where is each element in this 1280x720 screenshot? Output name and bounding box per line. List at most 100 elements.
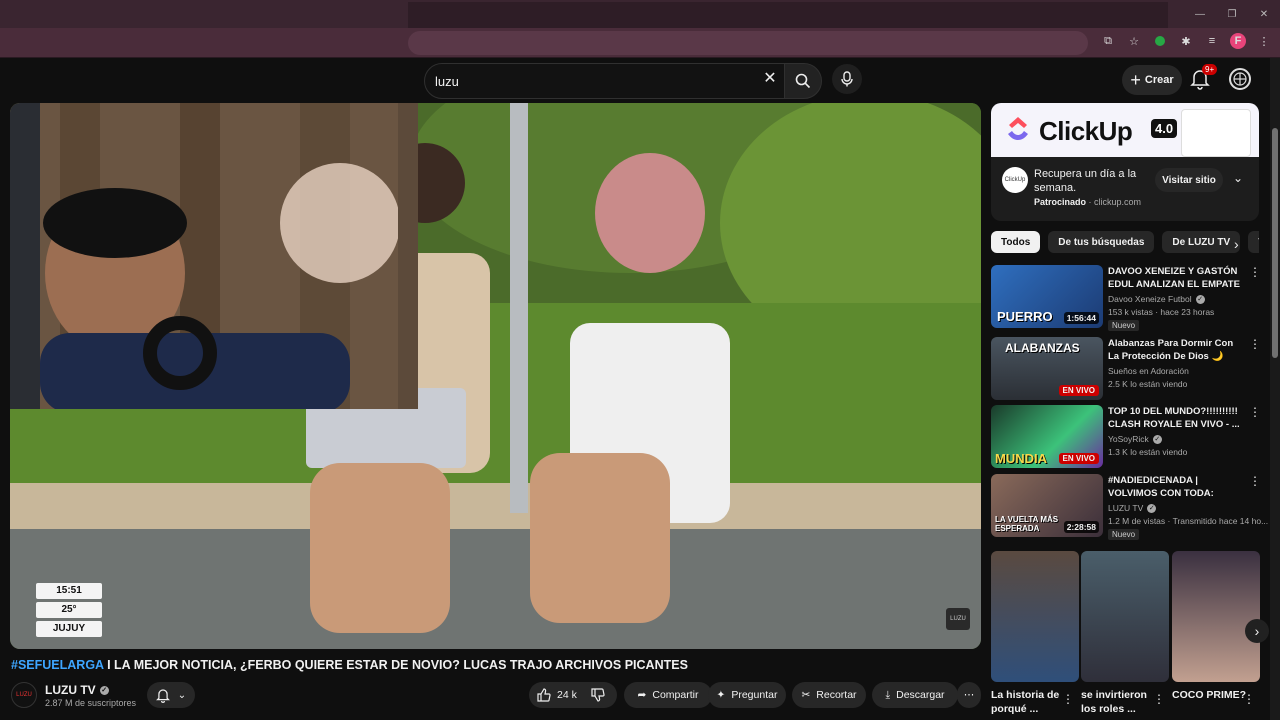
- ad-banner[interactable]: ClickUp 4.0: [991, 103, 1259, 157]
- create-button[interactable]: + Crear: [1122, 65, 1182, 95]
- download-label: Descargar: [896, 689, 945, 701]
- ad-meta: Patrocinado · clickup.com: [1034, 197, 1142, 207]
- browser-address-bar: ⧉ ☆ ✱ ≡ F ⋮: [0, 28, 1280, 58]
- like-dislike-group: 24 k: [529, 682, 617, 708]
- minimize-button[interactable]: —: [1184, 0, 1216, 28]
- ad-sponsored-label: Patrocinado: [1034, 197, 1087, 207]
- overlay-city: JUJUY: [36, 621, 102, 637]
- video-stats: 1.2 M de vistas · Transmitido hace 14 ho…: [1108, 516, 1269, 526]
- more-vertical-icon[interactable]: ⋮: [1249, 265, 1261, 281]
- more-vertical-icon[interactable]: ⋮: [1249, 474, 1261, 490]
- video-thumbnail[interactable]: MUNDIA EN VIVO: [991, 405, 1103, 468]
- ad-headline[interactable]: Recupera un día a la semana.: [1034, 167, 1146, 195]
- channel-avatar[interactable]: LUZU: [11, 682, 37, 708]
- list-item[interactable]: ALABANZAS EN VIVO Alabanzas Para Dormir …: [991, 337, 1271, 401]
- new-badge: Nuevo: [1108, 320, 1140, 331]
- verified-icon: ✓: [1195, 295, 1205, 305]
- thumbs-down-icon: [591, 688, 605, 702]
- voice-search-button[interactable]: [832, 64, 862, 94]
- more-vertical-icon[interactable]: ⋮: [1153, 692, 1165, 706]
- thumbnail-caption: ALABANZAS: [1005, 341, 1080, 355]
- video-title-hashtag[interactable]: #SEFUELARGA: [11, 658, 104, 672]
- page-scrollbar[interactable]: [1270, 58, 1280, 720]
- video-thumbnail[interactable]: PUERRO 1:56:44: [991, 265, 1103, 328]
- dislike-button[interactable]: [591, 688, 605, 705]
- download-button[interactable]: ⤓ Descargar: [872, 682, 958, 708]
- sponsored-ad-card[interactable]: ClickUp 4.0 ClickUp Recupera un día a la…: [991, 103, 1259, 221]
- chevron-down-icon: ⌄: [177, 689, 187, 701]
- video-title[interactable]: DAVOO XENEIZE Y GASTÓN EDUL ANALIZAN EL …: [1108, 265, 1246, 291]
- list-item[interactable]: MUNDIA EN VIVO TOP 10 DEL MUNDO?!!!!!!!!…: [991, 405, 1271, 469]
- video-player[interactable]: 15:51 25° JUJUY LUZU: [10, 103, 981, 649]
- shorts-shelf: La historia de porqué ... ⋮ se invirtier…: [991, 551, 1260, 720]
- download-icon: ⤓: [885, 688, 891, 701]
- verified-icon: ✓: [1152, 435, 1162, 445]
- account-avatar[interactable]: [1229, 68, 1251, 90]
- video-title[interactable]: #NADIEDICENADA | VOLVIMOS CON TODA: NUES…: [1108, 474, 1246, 500]
- close-window-button[interactable]: ✕: [1248, 0, 1280, 28]
- short-thumbnail[interactable]: [1172, 551, 1260, 682]
- chevron-right-icon[interactable]: ›: [1245, 619, 1269, 643]
- extensions-puzzle-icon[interactable]: ✱: [1178, 33, 1194, 49]
- new-badge: Nuevo: [1108, 529, 1140, 540]
- chevron-down-icon[interactable]: ⌄: [1233, 171, 1249, 187]
- clip-button[interactable]: ✂ Recortar: [792, 682, 866, 708]
- chip-from-searches[interactable]: De tus búsquedas: [1048, 231, 1155, 253]
- video-thumbnail[interactable]: LA VUELTA MÁS ESPERADA 2:28:58: [991, 474, 1103, 537]
- more-vertical-icon[interactable]: ⋮: [1243, 692, 1255, 706]
- more-vertical-icon[interactable]: ⋮: [1062, 692, 1074, 706]
- short-thumbnail[interactable]: [991, 551, 1079, 682]
- short-title[interactable]: COCO PRIME?: [1172, 688, 1248, 702]
- ad-visit-site-button[interactable]: Visitar sitio: [1155, 168, 1223, 192]
- video-title[interactable]: TOP 10 DEL MUNDO?!!!!!!!!!! CLASH ROYALE…: [1108, 405, 1246, 431]
- maximize-button[interactable]: ❐: [1216, 0, 1248, 28]
- omnibox[interactable]: [408, 31, 1088, 55]
- ad-product-screenshot: [1181, 109, 1251, 157]
- list-item[interactable]: LA VUELTA MÁS ESPERADA 2:28:58 #NADIEDIC…: [991, 474, 1271, 540]
- tab-strip[interactable]: [408, 2, 1168, 28]
- ask-button[interactable]: ✦ Preguntar: [708, 682, 786, 708]
- video-title[interactable]: Alabanzas Para Dormir Con La Protección …: [1108, 337, 1246, 363]
- channel-name[interactable]: LUZU TV ✓: [1108, 503, 1157, 514]
- search-button[interactable]: [784, 63, 822, 99]
- install-app-icon[interactable]: ⧉: [1100, 33, 1116, 49]
- channel-name[interactable]: YoSoyRick ✓: [1108, 434, 1162, 445]
- video-thumbnail[interactable]: ALABANZAS EN VIVO: [991, 337, 1103, 400]
- channel-name[interactable]: Sueños en Adoración: [1108, 366, 1189, 376]
- thumbs-up-icon: [537, 688, 551, 702]
- chevron-right-icon[interactable]: ›: [1234, 236, 1250, 252]
- channel-name[interactable]: LUZU TV ✓: [45, 683, 109, 697]
- overlay-time: 15:51: [36, 583, 102, 599]
- channel-watermark[interactable]: LUZU: [946, 608, 970, 630]
- browser-titlebar: — ❐ ✕: [0, 0, 1280, 28]
- account-globe-icon: [1233, 72, 1247, 86]
- short-title[interactable]: La historia de porqué ...: [991, 688, 1067, 716]
- like-count: 24 k: [557, 689, 577, 701]
- more-actions-button[interactable]: ⋯: [957, 682, 981, 708]
- media-queue-icon[interactable]: ≡: [1204, 33, 1220, 49]
- short-title[interactable]: se invirtieron los roles ...: [1081, 688, 1157, 716]
- more-vertical-icon[interactable]: ⋮: [1249, 337, 1261, 353]
- ad-domain: clickup.com: [1094, 197, 1142, 207]
- list-item[interactable]: PUERRO 1:56:44 DAVOO XENEIZE Y GASTÓN ED…: [991, 265, 1271, 331]
- youtube-topbar: luzu ✕ + Crear 9+: [0, 58, 1270, 102]
- notifications-button[interactable]: 9+: [1190, 64, 1218, 92]
- filter-chips: Todos De tus búsquedas De LUZU TV Vi: [991, 231, 1259, 253]
- like-button[interactable]: 24 k: [537, 688, 577, 702]
- bookmark-star-icon[interactable]: ☆: [1126, 33, 1142, 49]
- channel-name[interactable]: Davoo Xeneize Futbol ✓: [1108, 294, 1205, 305]
- chip-from-channel[interactable]: De LUZU TV: [1162, 231, 1241, 253]
- short-thumbnail[interactable]: [1081, 551, 1169, 682]
- more-vertical-icon[interactable]: ⋮: [1249, 405, 1261, 421]
- notifications-bell-button[interactable]: ⌄: [147, 682, 195, 708]
- scrollbar-thumb[interactable]: [1272, 128, 1278, 358]
- extension-green-icon[interactable]: [1152, 33, 1168, 49]
- browser-menu-icon[interactable]: ⋮: [1256, 33, 1272, 49]
- webcam-scene: [10, 103, 398, 409]
- search-input[interactable]: luzu: [424, 63, 790, 99]
- chip-all[interactable]: Todos: [991, 231, 1041, 253]
- ad-advertiser-icon[interactable]: ClickUp: [1002, 167, 1028, 193]
- share-button[interactable]: ➦ Compartir: [624, 682, 712, 708]
- clear-search-icon[interactable]: ✕: [760, 68, 780, 88]
- profile-avatar[interactable]: F: [1230, 33, 1246, 49]
